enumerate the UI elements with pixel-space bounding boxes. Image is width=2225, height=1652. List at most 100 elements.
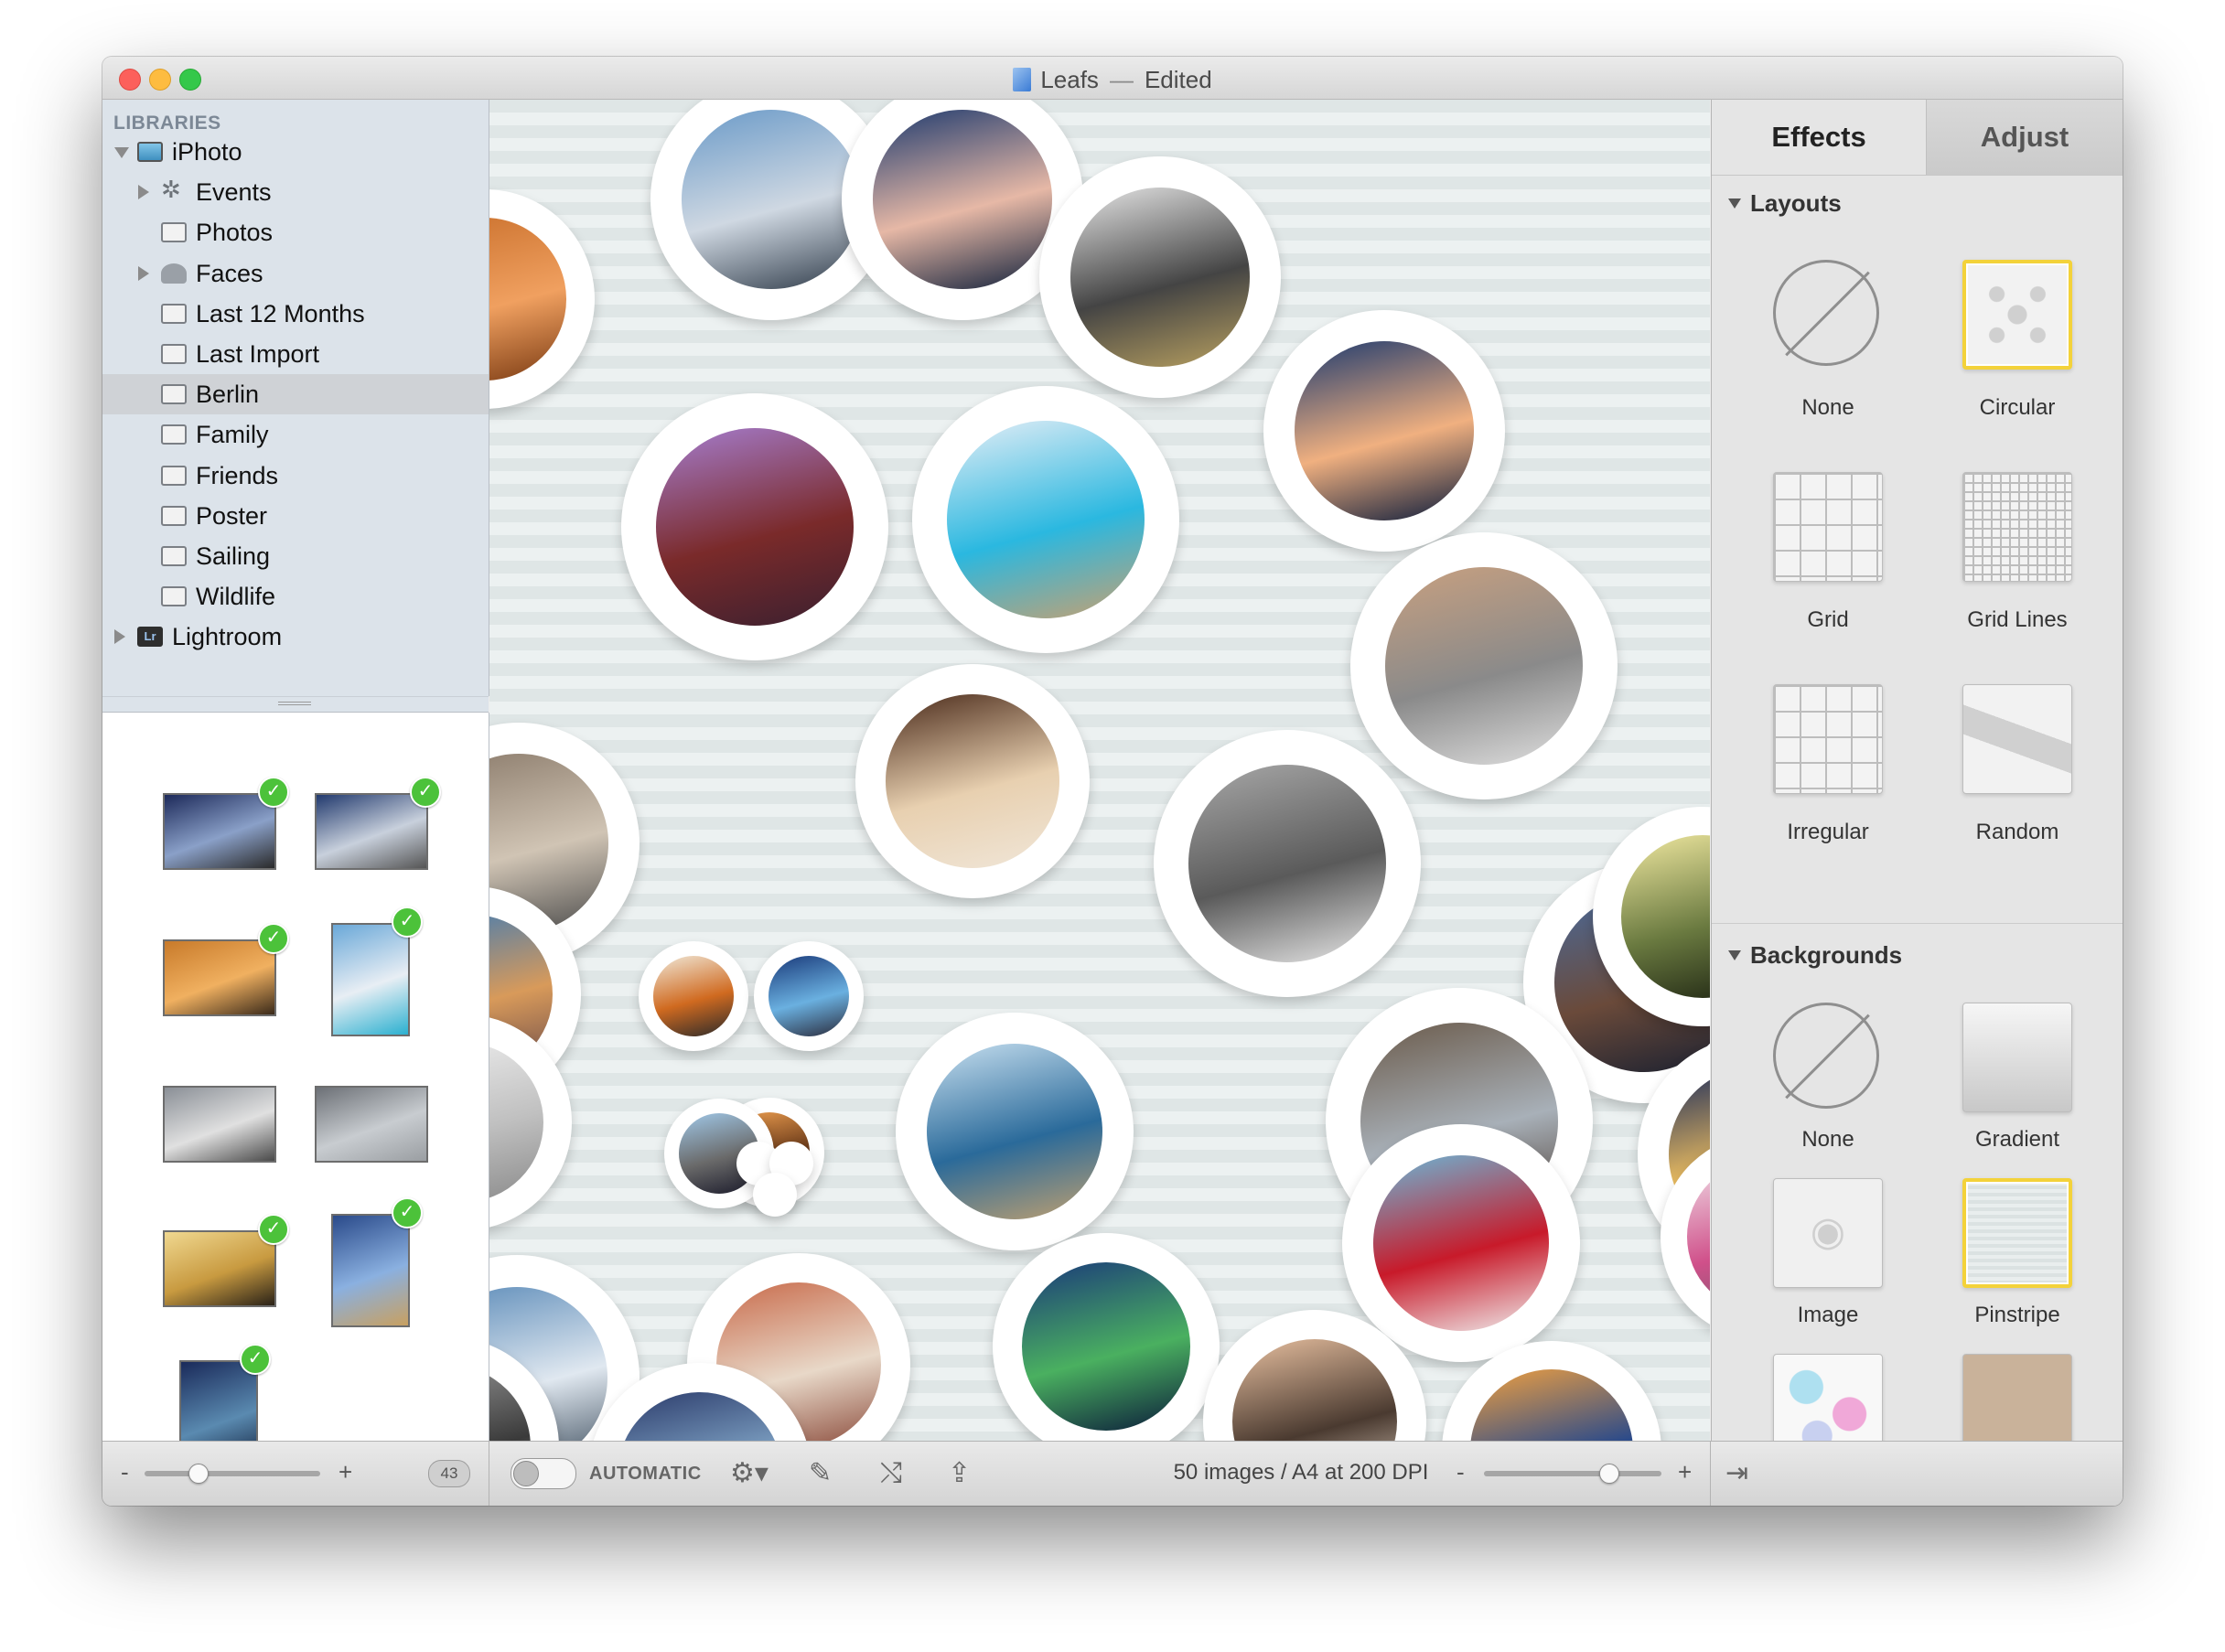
checkmark-icon: ✓ bbox=[392, 1197, 423, 1228]
layouts-option-random[interactable] bbox=[1962, 684, 2072, 794]
sidebar-item-friends[interactable]: Friends bbox=[102, 456, 489, 496]
sidebar-item-iphoto[interactable]: iPhoto bbox=[102, 132, 489, 172]
layouts-option-grid[interactable] bbox=[1773, 472, 1883, 582]
sidebar-item-label: Lightroom bbox=[172, 623, 283, 651]
lightroom-icon: Lr bbox=[137, 627, 163, 648]
magic-wand-icon[interactable]: ✎ bbox=[809, 1458, 832, 1489]
thumb-size-plus[interactable]: + bbox=[339, 1458, 352, 1486]
layouts-option-circular[interactable] bbox=[1962, 260, 2072, 370]
photo-thumbnail[interactable] bbox=[315, 793, 428, 870]
layout-canvas[interactable] bbox=[489, 100, 1710, 1442]
source-list: LIBRARIES iPhoto ✲ Events Photos Faces Last 1… bbox=[102, 100, 489, 696]
backgrounds-option-image[interactable]: ◉ bbox=[1773, 1178, 1883, 1288]
zoom-slider-knob[interactable] bbox=[1598, 1464, 1619, 1484]
photo-bubble[interactable] bbox=[639, 941, 748, 1051]
disclosure-right-icon[interactable] bbox=[138, 185, 149, 200]
title-separator: — bbox=[1109, 66, 1134, 93]
sidebar-item-last-12-months[interactable]: Last 12 Months bbox=[102, 294, 489, 334]
share-icon[interactable]: ⇪ bbox=[948, 1458, 971, 1489]
backgrounds-option-none[interactable] bbox=[1773, 1003, 1879, 1109]
photo-bubble[interactable] bbox=[896, 1013, 1134, 1250]
photo-thumbnail[interactable] bbox=[331, 923, 410, 1036]
app-window: Leafs — Edited LIBRARIES iPhoto ✲ Events Phot… bbox=[102, 57, 2123, 1506]
sidebar-item-poster[interactable]: Poster bbox=[102, 496, 489, 536]
disclosure-right-icon[interactable] bbox=[138, 265, 149, 281]
thumb-size-slider-track[interactable] bbox=[145, 1471, 320, 1476]
layouts-option-gridlines[interactable] bbox=[1962, 472, 2072, 582]
tab-adjust[interactable]: Adjust bbox=[1926, 100, 2123, 175]
inspector-divider bbox=[1712, 923, 2123, 924]
checkmark-icon: ✓ bbox=[240, 1344, 271, 1375]
exit-icon[interactable]: ⇥ bbox=[1725, 1458, 1748, 1489]
backgrounds-option-label: None bbox=[1801, 1127, 1854, 1152]
backgrounds-group-header[interactable]: Backgrounds bbox=[1728, 941, 1902, 970]
sidebar-item-label: Poster bbox=[196, 501, 268, 530]
thumb-size-slider-knob[interactable] bbox=[188, 1464, 209, 1484]
sidebar-item-family[interactable]: Family bbox=[102, 414, 489, 455]
disclosure-down-icon[interactable] bbox=[1728, 198, 1741, 209]
backgrounds-option-pinstripe[interactable] bbox=[1962, 1178, 2072, 1288]
bubble-photo bbox=[1295, 341, 1474, 520]
automatic-toggle[interactable] bbox=[511, 1458, 576, 1489]
sidebar-item-wildlife[interactable]: Wildlife bbox=[102, 576, 489, 617]
album-icon bbox=[161, 586, 187, 607]
document-status-text: 50 images / A4 at 200 DPI bbox=[1173, 1460, 1429, 1485]
bubble-photo bbox=[1372, 1154, 1550, 1332]
photo-bubble[interactable] bbox=[1154, 730, 1421, 997]
backgrounds-group-label: Backgrounds bbox=[1750, 941, 1903, 969]
sidebar-item-berlin[interactable]: Berlin bbox=[102, 374, 489, 415]
bubble-photo bbox=[768, 955, 850, 1037]
sidebar-item-label: Wildlife bbox=[196, 583, 276, 611]
sidebar-splitter[interactable] bbox=[102, 696, 489, 713]
disclosure-down-icon[interactable] bbox=[114, 147, 129, 158]
palm-tree-icon: ✲ bbox=[161, 176, 181, 204]
photo-thumbnail[interactable] bbox=[331, 1214, 410, 1327]
photo-bubble[interactable] bbox=[1350, 532, 1618, 799]
bubble-photo bbox=[946, 420, 1145, 619]
layouts-option-label: Irregular bbox=[1787, 820, 1869, 844]
sidebar-item-label: Friends bbox=[196, 461, 279, 489]
layouts-option-none[interactable] bbox=[1773, 260, 1879, 366]
sidebar-item-label: Photos bbox=[196, 219, 274, 247]
sidebar-item-faces[interactable]: Faces bbox=[102, 253, 489, 294]
photo-bubble[interactable] bbox=[1263, 310, 1505, 552]
layouts-option-label: Grid bbox=[1807, 607, 1849, 632]
photo-bubble[interactable] bbox=[1342, 1124, 1580, 1362]
splitter-grip-icon[interactable] bbox=[278, 702, 311, 705]
sidebar-item-events[interactable]: ✲ Events bbox=[102, 172, 489, 212]
photo-bubble[interactable] bbox=[621, 393, 888, 660]
photo-bubble[interactable] bbox=[912, 386, 1179, 653]
photo-bubble[interactable] bbox=[855, 664, 1090, 898]
document-status: Edited bbox=[1144, 66, 1212, 93]
layouts-group-header[interactable]: Layouts bbox=[1728, 189, 1842, 218]
sidebar-item-last-import[interactable]: Last Import bbox=[102, 334, 489, 374]
sidebar-item-photos[interactable]: Photos bbox=[102, 212, 489, 252]
disclosure-down-icon[interactable] bbox=[1728, 950, 1741, 960]
photo-thumbnail[interactable] bbox=[163, 1230, 276, 1307]
photo-thumbnail[interactable] bbox=[163, 939, 276, 1016]
photo-bubble[interactable] bbox=[1039, 156, 1281, 398]
layouts-option-irregular[interactable] bbox=[1773, 684, 1883, 794]
zoom-minus[interactable]: - bbox=[1456, 1458, 1465, 1486]
tab-effects[interactable]: Effects bbox=[1712, 100, 1926, 175]
zoom-slider-track[interactable] bbox=[1484, 1471, 1661, 1476]
photo-bubble[interactable] bbox=[489, 189, 595, 409]
zoom-plus[interactable]: + bbox=[1678, 1458, 1692, 1486]
photo-thumbnail[interactable] bbox=[315, 1086, 428, 1163]
thumb-size-minus[interactable]: - bbox=[121, 1458, 129, 1486]
photo-bubble[interactable] bbox=[993, 1233, 1220, 1442]
photo-bubble[interactable] bbox=[754, 941, 864, 1051]
shuffle-icon[interactable]: ⤭ bbox=[880, 1458, 902, 1489]
automatic-label: AUTOMATIC bbox=[589, 1464, 702, 1484]
album-icon bbox=[161, 424, 187, 445]
toggle-knob[interactable] bbox=[513, 1461, 539, 1486]
photo-thumbnail[interactable] bbox=[163, 1086, 276, 1163]
backgrounds-option-label: Gradient bbox=[1974, 1127, 2060, 1152]
backgrounds-option-gradient[interactable] bbox=[1962, 1003, 2072, 1112]
gear-menu-icon[interactable]: ⚙▾ bbox=[730, 1458, 769, 1489]
empty-bubble[interactable] bbox=[753, 1173, 797, 1217]
disclosure-right-icon[interactable] bbox=[114, 629, 125, 645]
photo-thumbnail[interactable] bbox=[163, 793, 276, 870]
sidebar-item-lightroom[interactable]: Lr Lightroom bbox=[102, 617, 489, 657]
sidebar-item-sailing[interactable]: Sailing bbox=[102, 536, 489, 576]
